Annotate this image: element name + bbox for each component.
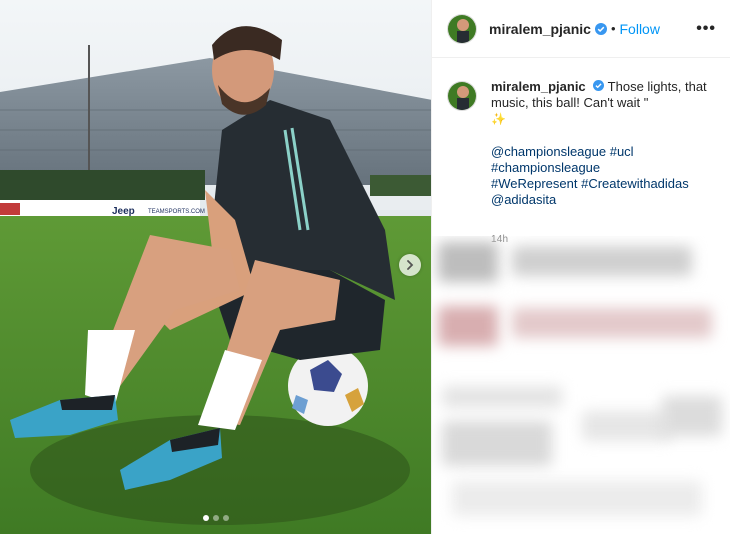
hashtag-block: @championsleague #ucl #championsleague #… [491, 144, 715, 208]
post-header: miralem_pjanic • Follow ••• [432, 0, 730, 58]
caption-username-link[interactable]: miralem_pjanic [491, 79, 586, 94]
username-link[interactable]: miralem_pjanic [489, 21, 591, 37]
blurred-comments-area [432, 236, 730, 534]
verified-badge-icon [594, 22, 607, 35]
carousel-dot [212, 515, 219, 521]
hashtag-link[interactable]: #championsleague [491, 160, 600, 175]
chevron-right-icon [407, 260, 414, 270]
post-photo[interactable]: Jeep TEAMSPORTS.COM [0, 0, 431, 534]
hashtag-link[interactable]: @championsleague #ucl [491, 144, 634, 159]
board-text-jeep: Jeep [112, 206, 135, 217]
avatar[interactable] [447, 13, 477, 44]
follow-button[interactable]: Follow [620, 21, 660, 37]
separator-dot: • [610, 21, 616, 36]
board-text-teamsports: TEAMSPORTS.COM [148, 209, 205, 215]
verified-badge-icon [593, 80, 605, 91]
post-caption: miralem_pjanic Those lights, that music,… [432, 58, 730, 248]
mention-link[interactable]: @adidasita [491, 192, 556, 207]
carousel-indicator [0, 515, 431, 521]
sparkles-icon: ✨ [491, 112, 506, 126]
carousel-dot [202, 515, 209, 521]
post-media: Jeep TEAMSPORTS.COM [0, 0, 431, 534]
caption-text: miralem_pjanic Those lights, that music,… [491, 79, 715, 248]
post-side-panel: miralem_pjanic • Follow ••• miralem_pjan… [431, 0, 730, 534]
hashtag-link[interactable]: #WeRepresent #Createwithadidas [491, 176, 689, 191]
instagram-post: Jeep TEAMSPORTS.COM miralem_pjanic • Fol… [0, 0, 730, 534]
more-options-icon[interactable]: ••• [696, 20, 716, 38]
carousel-dot [222, 515, 229, 521]
carousel-next-button[interactable] [399, 254, 421, 276]
avatar[interactable] [447, 81, 477, 111]
